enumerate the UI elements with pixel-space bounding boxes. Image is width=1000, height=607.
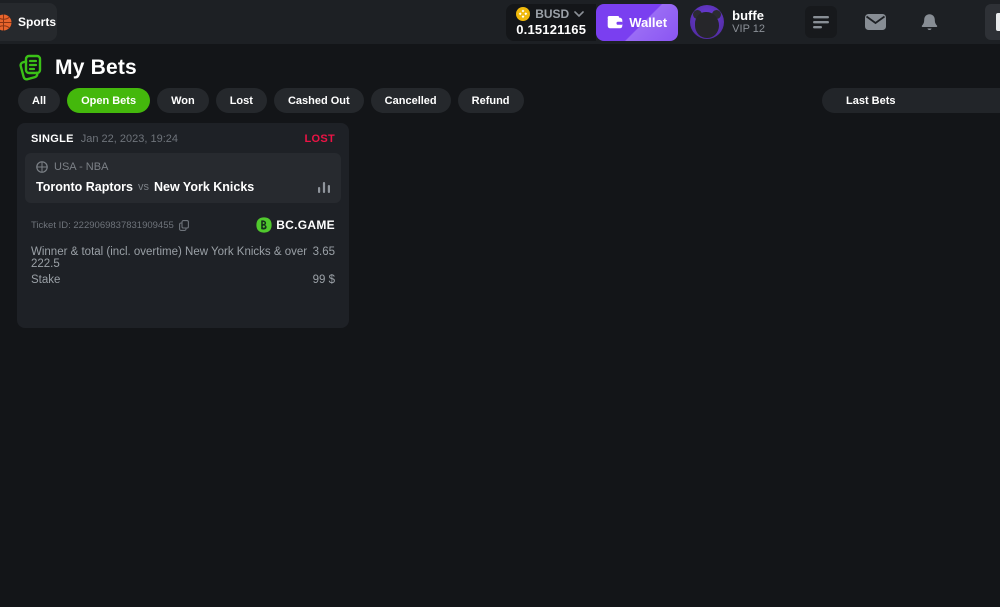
envelope-icon — [865, 14, 886, 30]
stake-value: 99 $ — [313, 274, 335, 286]
bet-rows: Winner & total (incl. overtime) New York… — [17, 233, 349, 286]
currency-code: BUSD — [535, 7, 569, 21]
home-team: Toronto Raptors — [36, 180, 133, 194]
bet-selection-label: Winner & total (incl. overtime) New York… — [31, 246, 313, 270]
basketball-icon — [0, 14, 12, 31]
filter-open-bets[interactable]: Open Bets — [67, 88, 150, 113]
topbar-right-cluster: BUSD 0.15121165 Wallet — [506, 0, 1000, 44]
currency-wallet-group: BUSD 0.15121165 Wallet — [506, 4, 678, 41]
inbox-button[interactable] — [859, 6, 891, 38]
avatar-art — [695, 12, 719, 38]
copy-icon[interactable] — [179, 220, 189, 231]
coin-icon — [516, 7, 530, 21]
ticket-row: Ticket ID: 2229069837831909455 BC.GAME — [17, 203, 349, 233]
bet-card: SINGLE Jan 22, 2023, 19:24 LOST USA - NB… — [17, 123, 349, 328]
sport-icon — [36, 161, 48, 173]
filter-lost[interactable]: Lost — [216, 88, 267, 113]
sports-tab[interactable]: Sports — [0, 3, 57, 41]
league-label: USA - NBA — [54, 161, 108, 173]
league-row: USA - NBA — [36, 161, 330, 173]
vip-level: VIP 12 — [732, 23, 765, 36]
brand-logo: BC.GAME — [256, 217, 335, 233]
topbar: Sports BUSD 0.15121165 — [0, 0, 1000, 44]
bet-type: SINGLE — [31, 133, 74, 145]
filter-cashed-out[interactable]: Cashed Out — [274, 88, 364, 113]
bet-status-badge: LOST — [304, 133, 335, 145]
wallet-button-label: Wallet — [629, 15, 667, 30]
filter-refund[interactable]: Refund — [458, 88, 524, 113]
wallet-icon — [607, 16, 623, 29]
stats-bars-icon[interactable] — [318, 182, 330, 193]
bell-icon — [921, 13, 938, 31]
sort-select-label: Last Bets — [846, 95, 896, 107]
avatar[interactable] — [690, 5, 724, 39]
bet-list-button[interactable] — [805, 6, 837, 38]
ticket-id: Ticket ID: 2229069837831909455 — [31, 220, 174, 231]
teams-row: Toronto Raptors vs New York Knicks — [36, 180, 330, 194]
topbar-iconbar — [805, 4, 1000, 40]
currency-selector[interactable]: BUSD 0.15121165 — [506, 4, 596, 41]
away-team: New York Knicks — [154, 180, 254, 194]
page-header: My Bets — [18, 54, 137, 81]
vs-label: vs — [138, 181, 149, 193]
notifications-button[interactable] — [913, 6, 945, 38]
bet-stake-row: Stake 99 $ — [31, 274, 335, 286]
filter-cancelled[interactable]: Cancelled — [371, 88, 451, 113]
page-title: My Bets — [55, 56, 137, 80]
currency-balance: 0.15121165 — [516, 22, 586, 37]
bet-odds-value: 3.65 — [313, 246, 335, 258]
stake-label: Stake — [31, 274, 60, 286]
match-panel[interactable]: USA - NBA Toronto Raptors vs New York Kn… — [25, 153, 341, 203]
list-icon — [813, 16, 829, 29]
sort-select[interactable]: Last Bets — [822, 88, 1000, 113]
username: buffe — [732, 8, 765, 23]
bet-card-header: SINGLE Jan 22, 2023, 19:24 LOST — [17, 123, 349, 153]
bet-date: Jan 22, 2023, 19:24 — [81, 133, 178, 145]
sports-tab-label: Sports — [18, 15, 56, 29]
bet-selection-row: Winner & total (incl. overtime) New York… — [31, 246, 335, 270]
user-menu[interactable]: buffe VIP 12 — [732, 8, 765, 36]
brand-name: BC.GAME — [276, 218, 335, 232]
filter-won[interactable]: Won — [157, 88, 209, 113]
wallet-button[interactable]: Wallet — [596, 4, 678, 41]
filter-all[interactable]: All — [18, 88, 60, 113]
chat-panel-toggle[interactable] — [985, 4, 1000, 40]
bcgame-icon — [256, 217, 272, 233]
chevron-down-icon — [574, 11, 584, 17]
my-bets-icon — [18, 54, 44, 81]
bet-filters: All Open Bets Won Lost Cashed Out Cancel… — [18, 88, 524, 113]
